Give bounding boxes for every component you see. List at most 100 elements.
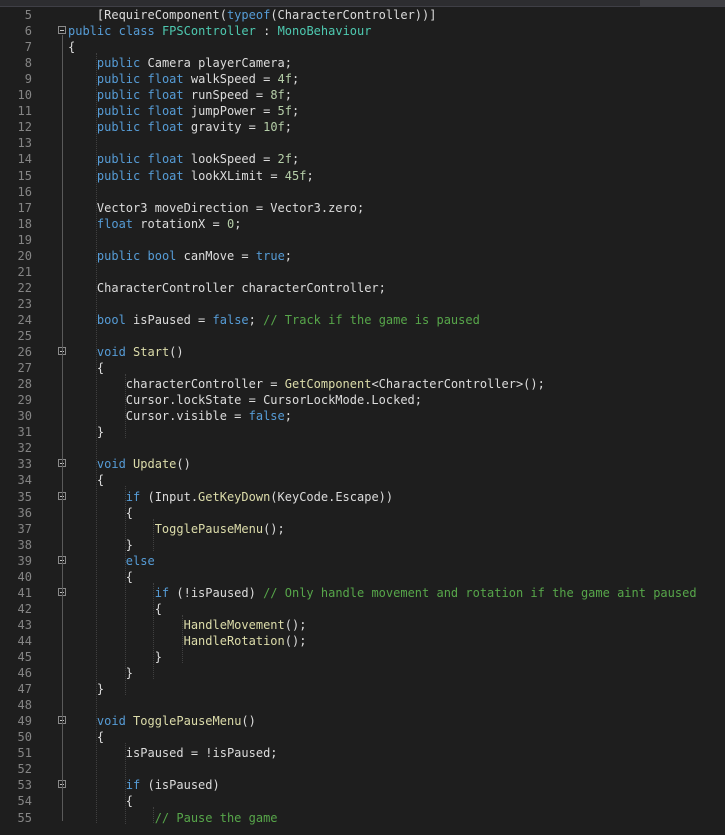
editor-top-scrollbar[interactable] (0, 0, 725, 7)
code-token: { (68, 473, 105, 488)
line-number: 14 (17, 152, 32, 167)
code-line[interactable]: 52 (0, 761, 725, 777)
code-line[interactable]: 12 public float gravity = 10f; (0, 119, 725, 135)
code-line[interactable]: 24 bool isPaused = false; // Track if th… (0, 312, 725, 328)
code-token: MonoBehaviour (277, 24, 372, 39)
code-line[interactable]: 30 Cursor.visible = false; (0, 408, 725, 424)
code-token: { (68, 730, 105, 745)
code-line[interactable]: 8 public Camera playerCamera; (0, 55, 725, 71)
code-line[interactable]: 16 (0, 184, 725, 200)
line-number: 39 (17, 553, 32, 568)
code-line[interactable]: 17 Vector3 moveDirection = Vector3.zero; (0, 200, 725, 216)
code-line[interactable]: 40 { (0, 569, 725, 585)
code-line[interactable]: 5 [RequireComponent(typeof(CharacterCont… (0, 7, 725, 23)
code-line[interactable]: 29 Cursor.lockState = CursorLockMode.Loc… (0, 392, 725, 408)
code-token: 8f (270, 88, 285, 103)
code-line[interactable]: 22 CharacterController characterControll… (0, 280, 725, 296)
code-line[interactable]: 11 public float jumpPower = 5f; (0, 103, 725, 119)
line-number: 54 (17, 794, 32, 809)
code-line[interactable]: 55 // Pause the game (0, 810, 725, 826)
code-line[interactable]: 28 characterController = GetComponent<Ch… (0, 376, 725, 392)
code-line[interactable]: 43 HandleMovement(); (0, 617, 725, 633)
code-line[interactable]: 23 (0, 296, 725, 312)
code-line[interactable]: 44 HandleRotation(); (0, 633, 725, 649)
code-line[interactable]: 37 TogglePauseMenu(); (0, 521, 725, 537)
code-line[interactable]: 34 { (0, 472, 725, 488)
code-text: Cursor.visible = false; (68, 408, 292, 424)
code-line[interactable]: 32 (0, 440, 725, 456)
code-token: [RequireComponent( (96, 8, 227, 22)
code-line[interactable]: 51 isPaused = !isPaused; (0, 745, 725, 761)
line-number: 33 (17, 457, 32, 472)
code-text: [RequireComponent(typeof(CharacterContro… (68, 7, 437, 23)
code-line[interactable]: 41 if (!isPaused) // Only handle movemen… (0, 585, 725, 601)
scrollbar-thumb[interactable] (640, 0, 725, 6)
code-line[interactable]: 9 public float walkSpeed = 4f; (0, 71, 725, 87)
code-line[interactable]: 47 } (0, 681, 725, 697)
code-token: runSpeed = (183, 88, 271, 103)
code-line[interactable]: 39 else (0, 553, 725, 569)
code-text: public class FPSController : MonoBehavio… (68, 23, 371, 39)
line-number: 20 (17, 248, 32, 263)
code-line[interactable]: 48 (0, 697, 725, 713)
code-token: (KeyCode.Escape)) (270, 489, 394, 504)
code-token: walkSpeed = (183, 72, 278, 87)
collapse-icon[interactable] (58, 26, 66, 35)
code-token: ; (284, 120, 293, 135)
code-line[interactable]: 19 (0, 232, 725, 248)
code-token: } (68, 650, 162, 664)
code-line[interactable]: 33 void Update() (0, 456, 725, 472)
code-text: void Update() (68, 456, 191, 472)
code-line[interactable]: 45 } (0, 649, 725, 665)
line-number: 16 (17, 184, 32, 199)
code-line[interactable]: 15 public float lookXLimit = 45f; (0, 168, 725, 184)
code-line[interactable]: 14 public float lookSpeed = 2f; (0, 151, 725, 167)
code-token: } (68, 666, 134, 681)
code-line[interactable]: 46 } (0, 665, 725, 681)
code-token: ; (292, 104, 300, 119)
code-text: TogglePauseMenu(); (68, 521, 285, 537)
code-line[interactable]: 10 public float runSpeed = 8f; (0, 87, 725, 103)
code-line[interactable]: 42 { (0, 601, 725, 617)
code-line[interactable]: 36 { (0, 505, 725, 521)
code-line[interactable]: 18 float rotationX = 0; (0, 216, 725, 232)
code-line[interactable]: 25 (0, 328, 725, 344)
code-line[interactable]: 21 (0, 264, 725, 280)
code-line[interactable]: 50 { (0, 729, 725, 745)
code-token: class (118, 24, 155, 39)
code-token: lookSpeed = (183, 152, 278, 167)
code-text: isPaused = !isPaused; (68, 745, 278, 761)
code-text: } (68, 649, 162, 665)
code-line[interactable]: 54 { (0, 793, 725, 809)
code-editor[interactable]: 5 [RequireComponent(typeof(CharacterCont… (0, 7, 725, 835)
code-token: } (68, 537, 134, 552)
code-token: void (96, 714, 126, 729)
code-line[interactable]: 38 } (0, 537, 725, 553)
code-token: { (68, 40, 76, 55)
code-token: GetComponent (284, 377, 372, 392)
code-line[interactable]: 6 public class FPSController : MonoBehavi… (0, 23, 725, 39)
code-line[interactable]: 26 void Start() (0, 344, 725, 360)
code-token: typeof (226, 8, 271, 22)
code-line[interactable]: 27 { (0, 360, 725, 376)
code-token: if (154, 585, 170, 600)
code-token: () (241, 714, 256, 729)
code-text: { (68, 601, 162, 617)
code-token: void (96, 345, 126, 360)
line-number: 30 (17, 409, 32, 424)
code-line[interactable]: 7{ (0, 39, 725, 55)
code-line[interactable]: 13 (0, 135, 725, 151)
code-line[interactable]: 35 if (Input.GetKeyDown(KeyCode.Escape)) (0, 489, 725, 505)
code-line[interactable]: 31 } (0, 424, 725, 440)
code-line[interactable]: 53 if (isPaused) (0, 777, 725, 793)
line-number: 46 (17, 666, 32, 681)
line-number: 49 (17, 714, 32, 729)
code-line[interactable]: 49 void TogglePauseMenu() (0, 713, 725, 729)
code-line[interactable]: 20 public bool canMove = true; (0, 248, 725, 264)
